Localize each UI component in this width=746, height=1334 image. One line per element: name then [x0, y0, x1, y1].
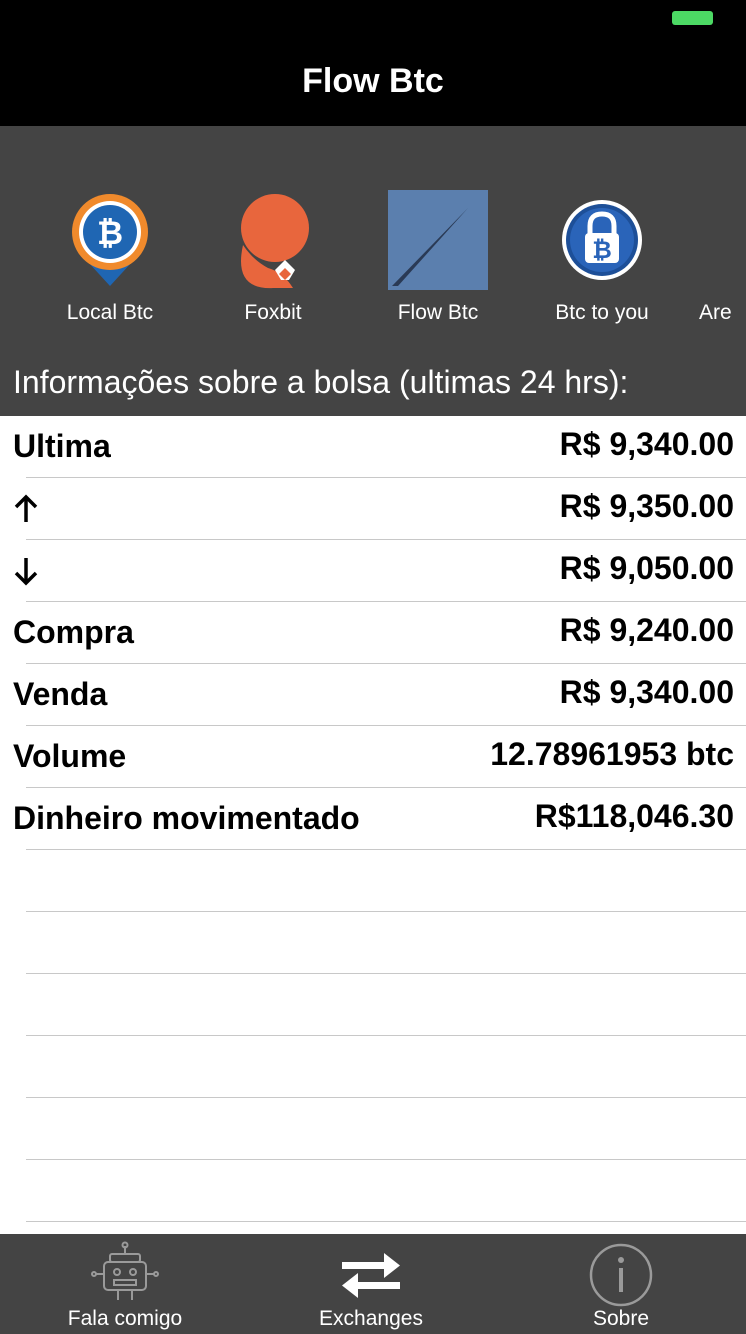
- tab-label: Sobre: [592, 1307, 650, 1330]
- table-row-dinheiro: Dinheiro movimentado R$118,046.30: [13, 788, 746, 850]
- info-section-header: Informações sobre a bolsa (ultimas 24 hr…: [0, 346, 746, 416]
- table-row-high: R$ 9,350.00: [14, 478, 746, 540]
- stats-table: Ultima R$ 9,340.00 R$ 9,350.00 R$ 9,050.…: [0, 416, 746, 1222]
- navigation-bar: Flow Btc: [0, 40, 746, 126]
- tab-bar: Fala comigo Exchanges Sobre: [0, 1234, 746, 1334]
- exchange-carousel[interactable]: ₿ Local Btc Foxbit Flow Btc ₿ Btc to you…: [0, 126, 746, 346]
- tab-fala-comigo[interactable]: Fala comigo: [0, 1234, 250, 1334]
- tab-exchanges[interactable]: Exchanges: [246, 1234, 496, 1334]
- table-row-empty: [26, 1036, 746, 1098]
- table-row-ultima: Ultima R$ 9,340.00: [13, 416, 746, 478]
- arena-logo-icon: [716, 190, 746, 290]
- row-label: Ultima: [13, 428, 111, 464]
- exchange-item-arena[interactable]: Are: [684, 190, 746, 325]
- page-title: Flow Btc: [302, 62, 444, 100]
- exchange-label: Local Btc: [66, 301, 154, 324]
- table-row-empty: [26, 1160, 746, 1222]
- table-row-compra: Compra R$ 9,240.00: [13, 602, 746, 664]
- exchange-item-flow-btc[interactable]: Flow Btc: [356, 190, 520, 325]
- row-value: R$118,046.30: [534, 798, 734, 834]
- exchange-item-btc-to-you[interactable]: ₿ Btc to you: [520, 190, 684, 325]
- row-value: R$ 9,340.00: [559, 426, 734, 462]
- svg-text:₿: ₿: [97, 215, 123, 251]
- row-value: R$ 9,340.00: [559, 674, 734, 710]
- row-value: 12.78961953 btc: [490, 736, 734, 772]
- table-row-venda: Venda R$ 9,340.00: [13, 664, 746, 726]
- tab-label: Exchanges: [319, 1307, 423, 1330]
- robot-icon: [91, 1241, 159, 1300]
- row-value: R$ 9,350.00: [559, 488, 734, 524]
- table-row-empty: [26, 974, 746, 1036]
- row-label: Dinheiro movimentado: [13, 800, 360, 836]
- info-icon: [589, 1243, 653, 1307]
- btctoyou-logo-icon: ₿: [562, 200, 642, 280]
- exchange-label: Flow Btc: [397, 301, 479, 324]
- table-row-empty: [26, 912, 746, 974]
- row-label: Volume: [13, 738, 127, 774]
- row-value: R$ 9,240.00: [559, 612, 734, 648]
- tab-label: Fala comigo: [67, 1307, 183, 1330]
- arrow-up-icon: [14, 494, 38, 522]
- flowbtc-logo-icon: [388, 190, 488, 290]
- table-row-volume: Volume 12.78961953 btc: [13, 726, 746, 788]
- table-row-empty: [26, 1098, 746, 1160]
- swap-arrows-icon: [342, 1253, 400, 1298]
- status-bar: [0, 0, 746, 40]
- exchange-label: Foxbit: [244, 301, 302, 324]
- row-label: Venda: [13, 676, 108, 712]
- table-row-low: R$ 9,050.00: [14, 540, 746, 602]
- battery-icon: [672, 11, 713, 25]
- exchange-label: Are: [699, 301, 732, 324]
- foxbit-logo-icon: [241, 194, 309, 289]
- exchange-item-local-btc[interactable]: ₿ Local Btc: [28, 190, 192, 325]
- tab-sobre[interactable]: Sobre: [496, 1234, 746, 1334]
- exchange-item-foxbit[interactable]: Foxbit: [191, 190, 355, 325]
- row-value: R$ 9,050.00: [559, 550, 734, 586]
- localbtc-logo-icon: ₿: [72, 194, 148, 286]
- exchange-label: Btc to you: [555, 301, 649, 324]
- table-row-empty: [26, 850, 746, 912]
- row-label: Compra: [13, 614, 134, 650]
- arrow-down-icon: [14, 558, 38, 586]
- info-section-title: Informações sobre a bolsa (ultimas 24 hr…: [13, 364, 629, 400]
- svg-text:₿: ₿: [592, 237, 612, 264]
